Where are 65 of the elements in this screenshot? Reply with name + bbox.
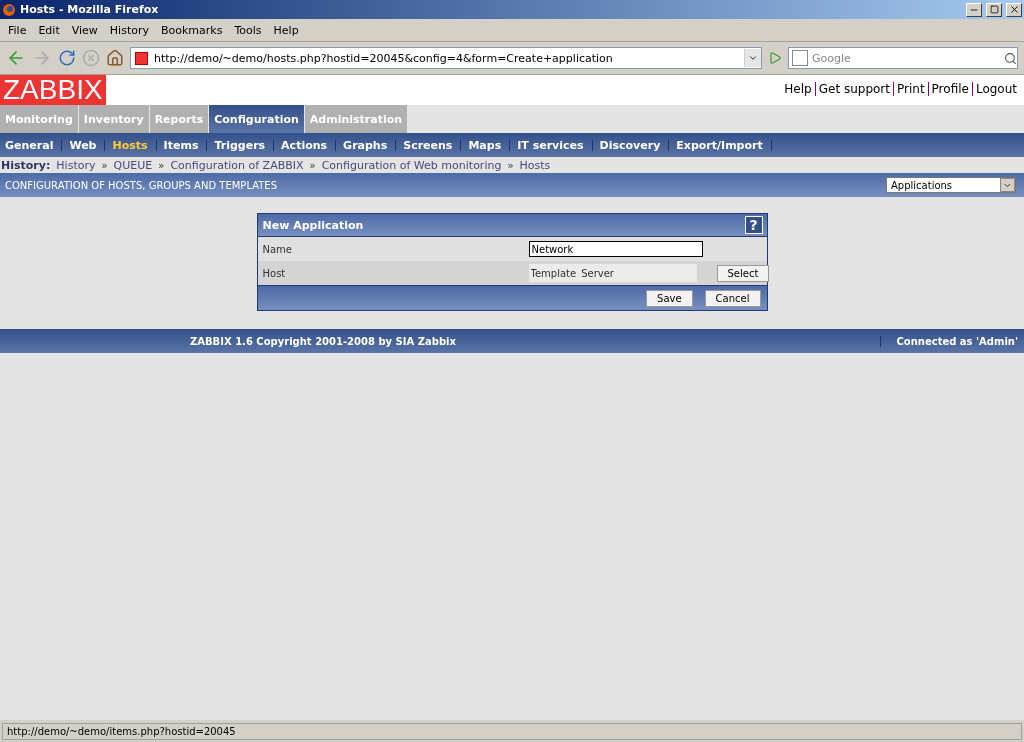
sub-menu-link[interactable]: Triggers	[209, 139, 275, 151]
history-link[interactable]: Configuration of ZABBIX	[170, 158, 304, 172]
minimize-button[interactable]	[966, 2, 982, 17]
form-title: New Application	[262, 218, 364, 232]
window-title: Hosts - Mozilla Firefox	[20, 3, 160, 16]
copyright-text: ZABBIX 1.6 Copyright 2001-2008 by SIA Zabbix	[190, 335, 457, 347]
menu-item[interactable]: File	[2, 23, 33, 37]
sub-menu-link[interactable]: Screens	[398, 139, 462, 151]
close-button[interactable]	[1006, 2, 1022, 17]
breadcrumb-separator: »	[507, 159, 514, 171]
sub-menu-link[interactable]: Items	[158, 139, 208, 151]
history-link[interactable]: History	[56, 158, 96, 172]
menu-item[interactable]: Bookmarks	[155, 23, 229, 37]
field-label: Host	[262, 267, 287, 279]
sub-menu-link[interactable]: Maps	[463, 139, 511, 151]
sub-menu-link[interactable]: IT services	[512, 139, 593, 151]
sub-menu-link[interactable]: Discovery	[594, 139, 670, 151]
name-input[interactable]: Network	[528, 241, 703, 257]
header-link[interactable]: Logout	[971, 82, 1020, 96]
site-icon	[135, 51, 148, 65]
sub-menu-link[interactable]: Web	[64, 139, 106, 151]
search-engine-icon	[792, 50, 808, 66]
close-icon	[1008, 4, 1020, 15]
form-button[interactable]: Save	[646, 289, 693, 307]
history-label: History:	[1, 158, 51, 172]
header-link[interactable]: Profile	[927, 82, 972, 96]
status-text: http://demo/~demo/items.php?hostid=20045	[2, 722, 1022, 740]
connected-user-text: Connected as 'Admin'	[880, 335, 1018, 347]
address-field[interactable]: http://demo/~demo/hosts.php?hostid=20045&config=4&form=Create+application	[130, 47, 762, 69]
sub-menu-link[interactable]: General	[0, 139, 63, 151]
page-title: CONFIGURATION OF HOSTS, GROUPS AND TEMPLATES	[5, 179, 278, 191]
header-link[interactable]: Print	[893, 82, 928, 96]
breadcrumb-separator: »	[101, 159, 108, 171]
menu-item[interactable]: History	[103, 23, 155, 37]
home-icon[interactable]	[106, 49, 124, 67]
main-tab[interactable]: Configuration	[209, 105, 304, 133]
sub-menu-link[interactable]: Actions	[276, 139, 337, 151]
breadcrumb-separator: »	[309, 159, 316, 171]
search-field[interactable]: Google	[788, 47, 1018, 69]
go-icon[interactable]	[768, 51, 782, 65]
field-label: Name	[262, 243, 293, 255]
help-button[interactable]: ?	[744, 216, 763, 234]
view-select[interactable]: Applications	[886, 177, 1016, 193]
sub-menu-link[interactable]: Export/Import	[671, 139, 772, 151]
browser-logo-icon	[2, 2, 16, 17]
maximize-button[interactable]	[986, 2, 1002, 17]
search-icon[interactable]	[1004, 51, 1017, 65]
menu-item[interactable]: Help	[267, 23, 305, 37]
sub-menu-link[interactable]: Hosts	[107, 139, 157, 151]
history-link[interactable]: Hosts	[519, 158, 551, 172]
reload-icon[interactable]	[58, 49, 76, 67]
host-field[interactable]: Template_Server	[528, 264, 697, 282]
menu-item[interactable]: Tools	[228, 23, 268, 37]
select-button[interactable]: Select	[716, 264, 770, 282]
menu-item[interactable]: View	[65, 23, 104, 37]
header-link[interactable]: Get support	[814, 82, 893, 96]
header-link[interactable]: Help	[781, 82, 815, 96]
logo: ZABBIX	[0, 75, 106, 105]
form-button[interactable]: Cancel	[704, 289, 761, 307]
history-link[interactable]: Configuration of Web monitoring	[321, 158, 502, 172]
sub-menu-link[interactable]: Graphs	[338, 139, 397, 151]
menu-item[interactable]: Edit	[32, 23, 66, 37]
history-link[interactable]: QUEUE	[113, 158, 153, 172]
breadcrumb-separator: »	[158, 159, 165, 171]
maximize-icon	[989, 5, 999, 14]
